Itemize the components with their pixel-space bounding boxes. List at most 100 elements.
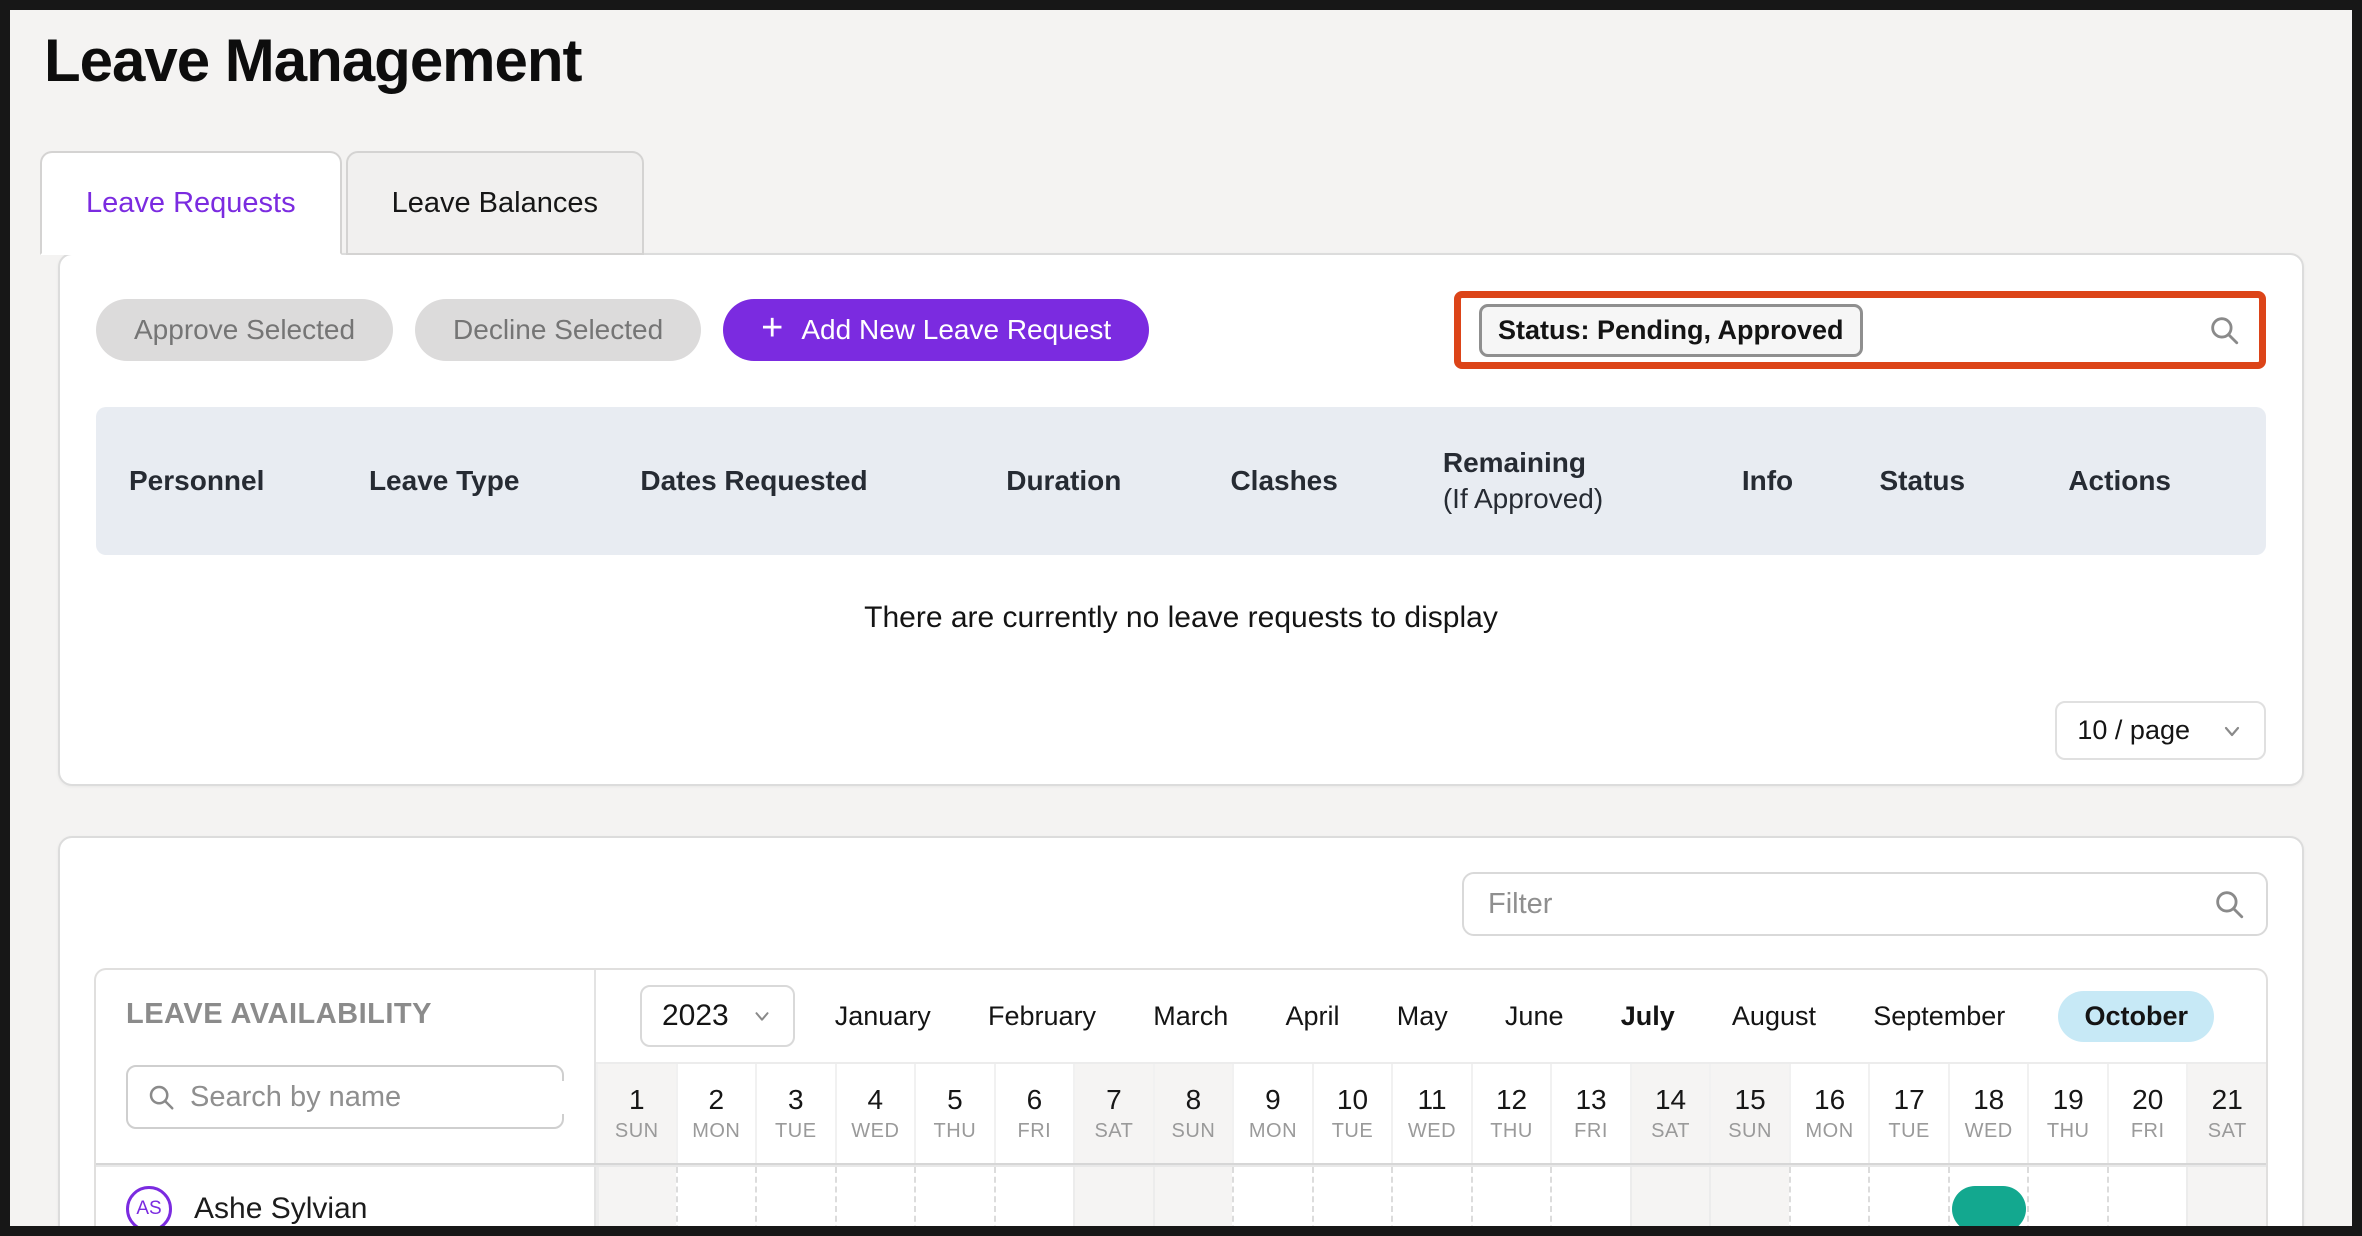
day-column-header: 14 SAT <box>1630 1064 1710 1163</box>
requests-table-header: Personnel Leave Type Dates Requested <box>96 407 2266 555</box>
day-column-header: 11 WED <box>1391 1064 1471 1163</box>
table-column-header: Info <box>1742 463 1880 499</box>
day-column-header: 9 MON <box>1232 1064 1312 1163</box>
day-of-week: SAT <box>1651 1120 1690 1143</box>
calendar-day-cell[interactable] <box>596 1167 676 1236</box>
tab-bar: Leave Requests Leave Balances <box>40 151 2304 253</box>
calendar-day-cell[interactable] <box>835 1167 915 1236</box>
search-icon[interactable] <box>2207 313 2241 347</box>
tab[interactable]: Leave Requests <box>40 151 342 255</box>
calendar-day-cell[interactable] <box>1789 1167 1869 1236</box>
calendar-day-cell[interactable] <box>994 1167 1074 1236</box>
day-of-week: WED <box>851 1120 899 1143</box>
table-column-header: Dates Requested <box>640 463 1006 499</box>
day-of-week: FRI <box>1018 1120 1052 1143</box>
calendar-day-cell[interactable] <box>1868 1167 1948 1236</box>
day-number: 20 <box>2132 1084 2163 1116</box>
day-number: 9 <box>1265 1084 1281 1116</box>
day-of-week: TUE <box>1888 1120 1930 1143</box>
day-of-week: MON <box>1806 1120 1854 1143</box>
name-search-input[interactable] <box>190 1081 567 1114</box>
calendar-day-cell[interactable] <box>1709 1167 1789 1236</box>
page-title: Leave Management <box>44 26 2304 95</box>
calendar-day-cell[interactable] <box>1312 1167 1392 1236</box>
calendar-day-cell[interactable] <box>1471 1167 1551 1236</box>
day-column-header: 7 SAT <box>1073 1064 1153 1163</box>
status-filter-input[interactable] <box>1879 315 2191 346</box>
table-column-header: Actions <box>2068 463 2266 499</box>
table-column-header: Leave Type <box>369 463 640 499</box>
chevron-down-icon <box>2220 719 2244 743</box>
calendar-day-cell[interactable] <box>676 1167 756 1236</box>
month-list: January February March April May <box>831 991 2214 1042</box>
month-item[interactable]: March <box>1149 991 1232 1042</box>
person-rows: AS Ashe Sylvian <box>96 1165 2266 1236</box>
table-column-header: Duration <box>1006 463 1230 499</box>
search-icon[interactable] <box>2212 887 2246 921</box>
column-label: Dates Requested <box>640 465 867 496</box>
day-number: 7 <box>1106 1084 1122 1116</box>
day-column-header: 5 THU <box>914 1064 994 1163</box>
name-search-box[interactable] <box>126 1065 564 1129</box>
status-filter-chip[interactable]: Status: Pending, Approved <box>1479 304 1863 357</box>
year-select[interactable]: 2023 <box>640 985 795 1047</box>
day-number: 5 <box>947 1084 963 1116</box>
calendar-day-cell[interactable] <box>2186 1167 2266 1236</box>
day-of-week: TUE <box>1332 1120 1374 1143</box>
day-number: 15 <box>1735 1084 1766 1116</box>
availability-filter-box[interactable] <box>1462 872 2268 936</box>
table-column-header: Remaining (If Approved) <box>1443 445 1742 518</box>
person-calendar-cells <box>596 1167 2266 1236</box>
add-new-leave-request-button[interactable]: + Add New Leave Request <box>723 299 1149 361</box>
day-of-week: FRI <box>1574 1120 1608 1143</box>
approve-selected-button[interactable]: Approve Selected <box>96 299 393 361</box>
day-of-week: WED <box>1965 1120 2013 1143</box>
month-item[interactable]: February <box>984 991 1100 1042</box>
day-column-header: 13 FRI <box>1550 1064 1630 1163</box>
page-size-select[interactable]: 10 / page <box>2055 701 2266 760</box>
month-item[interactable]: October <box>2058 991 2214 1042</box>
month-item[interactable]: August <box>1728 991 1820 1042</box>
availability-filter-input[interactable] <box>1488 888 2212 921</box>
leave-requests-panel: Approve Selected Decline Selected + Add … <box>58 253 2304 786</box>
calendar-day-cell[interactable] <box>1153 1167 1233 1236</box>
month-item[interactable]: April <box>1281 991 1343 1042</box>
day-column-header: 17 TUE <box>1868 1064 1948 1163</box>
day-number: 14 <box>1655 1084 1686 1116</box>
day-of-week: SAT <box>1094 1120 1133 1143</box>
calendar-day-cell[interactable] <box>1550 1167 1630 1236</box>
chevron-down-icon <box>751 1005 773 1027</box>
month-item[interactable]: June <box>1501 991 1568 1042</box>
month-item[interactable]: September <box>1869 991 2009 1042</box>
month-item[interactable]: May <box>1393 991 1452 1042</box>
months-row: 2023 January February <box>596 970 2266 1062</box>
column-label: Leave Type <box>369 465 519 496</box>
day-number: 4 <box>868 1084 884 1116</box>
calendar-day-cell[interactable] <box>2107 1167 2187 1236</box>
person-name: Ashe Sylvian <box>194 1192 367 1226</box>
calendar-day-cell[interactable] <box>1391 1167 1471 1236</box>
calendar-day-cell[interactable] <box>2027 1167 2107 1236</box>
day-column-header: 2 MON <box>676 1064 756 1163</box>
day-column-header: 8 SUN <box>1153 1064 1233 1163</box>
day-number: 19 <box>2053 1084 2084 1116</box>
calendar-day-cell[interactable] <box>755 1167 835 1236</box>
decline-selected-button[interactable]: Decline Selected <box>415 299 701 361</box>
tab[interactable]: Leave Balances <box>346 151 644 255</box>
column-label: Duration <box>1006 465 1121 496</box>
calendar-day-cell[interactable] <box>914 1167 994 1236</box>
leave-entry-pill[interactable] <box>1952 1186 2026 1232</box>
month-item[interactable]: July <box>1617 991 1679 1042</box>
column-label: Status <box>1880 465 1966 496</box>
month-item[interactable]: January <box>831 991 935 1042</box>
calendar-day-cell[interactable] <box>1948 1167 2028 1236</box>
day-number: 21 <box>2212 1084 2243 1116</box>
leave-availability-panel: LEAVE AVAILABILITY <box>58 836 2304 1236</box>
status-filter-search-box[interactable]: Status: Pending, Approved <box>1454 291 2266 369</box>
calendar-day-cell[interactable] <box>1232 1167 1312 1236</box>
column-label: Actions <box>2068 465 2171 496</box>
day-column-header: 12 THU <box>1471 1064 1551 1163</box>
day-number: 11 <box>1417 1084 1446 1116</box>
calendar-day-cell[interactable] <box>1073 1167 1153 1236</box>
calendar-day-cell[interactable] <box>1630 1167 1710 1236</box>
